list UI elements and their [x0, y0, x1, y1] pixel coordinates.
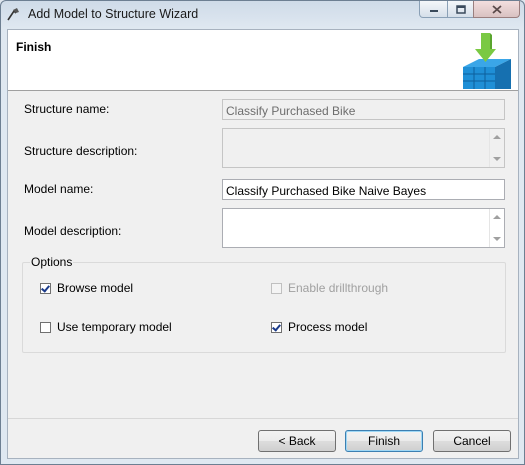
- minimize-icon: [429, 10, 438, 12]
- maximize-button[interactable]: [447, 1, 474, 18]
- title-bar[interactable]: Add Model to Structure Wizard: [1, 1, 524, 27]
- window-title: Add Model to Structure Wizard: [28, 7, 199, 21]
- model-name-value: Classify Purchased Bike Naive Bayes: [226, 184, 427, 198]
- use-temporary-model-check-icon[interactable]: [40, 321, 51, 333]
- footer-divider: [8, 418, 518, 419]
- structure-description-label: Structure description:: [24, 144, 138, 158]
- use-temporary-model-label: Use temporary model: [57, 320, 172, 334]
- maximize-icon: [455, 4, 466, 14]
- wizard-app-icon: [7, 8, 19, 21]
- use-temporary-model-checkbox[interactable]: Use temporary model: [40, 320, 172, 334]
- scroll-up-icon[interactable]: [493, 215, 501, 219]
- close-icon: [491, 4, 502, 14]
- process-model-check-icon[interactable]: [271, 321, 282, 333]
- enable-drillthrough-check-icon[interactable]: [271, 282, 282, 294]
- process-model-label: Process model: [288, 320, 368, 334]
- scroll-down-icon[interactable]: [493, 157, 501, 161]
- cancel-button[interactable]: Cancel: [433, 430, 511, 452]
- enable-drillthrough-label: Enable drillthrough: [288, 281, 389, 295]
- structure-name-field: Classify Purchased Bike: [222, 99, 505, 120]
- process-model-checkbox[interactable]: Process model: [271, 320, 367, 334]
- close-button[interactable]: [473, 1, 520, 18]
- model-description-label: Model description:: [24, 224, 122, 238]
- minimize-button[interactable]: [419, 1, 448, 18]
- wizard-header: Finish: [8, 30, 518, 91]
- browse-model-checkbox[interactable]: Browse model: [40, 281, 133, 295]
- structure-description-field: [222, 128, 505, 168]
- wizard-window: Add Model to Structure Wizard Finish Str…: [0, 0, 525, 465]
- mining-structure-arrow-icon: [463, 33, 511, 89]
- structure-description-scrollbar[interactable]: [489, 129, 504, 167]
- scroll-up-icon[interactable]: [493, 135, 501, 139]
- dialog-client-area: Finish Structure name: Classify Purchase…: [7, 29, 519, 459]
- model-description-input[interactable]: [222, 208, 505, 248]
- options-group-title: Options: [30, 255, 74, 269]
- model-name-label: Model name:: [24, 182, 94, 196]
- model-description-scrollbar[interactable]: [489, 209, 504, 247]
- back-button[interactable]: < Back: [258, 430, 336, 452]
- options-group: [22, 262, 506, 353]
- structure-name-label: Structure name:: [24, 102, 110, 116]
- finish-button[interactable]: Finish: [345, 430, 423, 452]
- page-title: Finish: [16, 40, 52, 54]
- structure-name-value: Classify Purchased Bike: [226, 104, 356, 118]
- model-name-input[interactable]: Classify Purchased Bike Naive Bayes: [222, 179, 505, 200]
- browse-model-label: Browse model: [57, 281, 134, 295]
- browse-model-check-icon[interactable]: [40, 282, 51, 294]
- enable-drillthrough-checkbox[interactable]: Enable drillthrough: [271, 281, 388, 295]
- scroll-down-icon[interactable]: [493, 237, 501, 241]
